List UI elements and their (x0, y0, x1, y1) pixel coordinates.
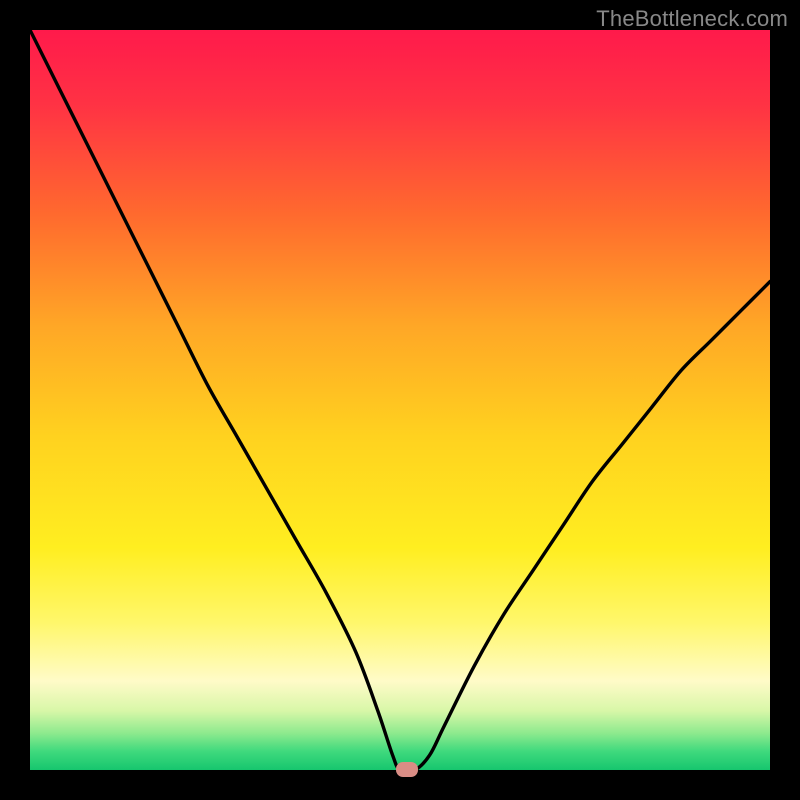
chart-container: { "watermark": "TheBottleneck.com", "cha… (0, 0, 800, 800)
optimum-marker-icon (396, 762, 418, 777)
plot-area (30, 30, 770, 770)
watermark-label: TheBottleneck.com (596, 6, 788, 32)
